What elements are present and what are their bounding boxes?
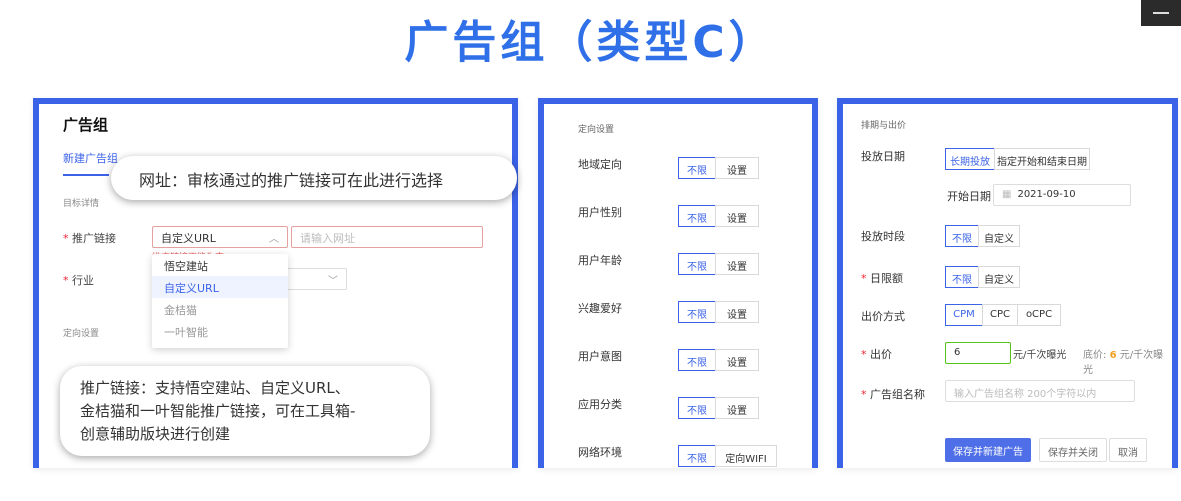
targeting-set-button[interactable]: 设置 — [715, 157, 759, 179]
date-range-button[interactable]: 指定开始和结束日期 — [994, 148, 1090, 170]
name-label: * 广告组名称 — [861, 388, 925, 401]
section-targeting: 定向设置 — [63, 329, 100, 339]
bid-cpm-button[interactable]: CPM — [945, 304, 983, 326]
menu-icon[interactable] — [1141, 0, 1181, 26]
cancel-button[interactable]: 取消 — [1109, 438, 1147, 462]
tooltip-url: 网址：审核通过的推广链接可在此进行选择 — [111, 156, 517, 200]
save-and-close-button[interactable]: 保存并关闭 — [1039, 438, 1107, 462]
targeting-row-label: 网络环境 — [578, 446, 622, 459]
tooltip-line: 创意辅助版块进行创建 — [80, 425, 231, 443]
url-input[interactable]: 请输入网址 — [291, 226, 483, 248]
targeting-unlimited-button[interactable]: 不限 — [678, 397, 716, 419]
date-label: 投放日期 — [861, 150, 905, 163]
panel-heading: 排期与出价 — [861, 121, 907, 131]
targeting-unlimited-button[interactable]: 不限 — [678, 301, 716, 323]
tooltip-line: 推广链接：支持悟空建站、自定义URL、 — [80, 379, 350, 397]
targeting-unlimited-button[interactable]: 不限 — [678, 445, 716, 467]
industry-label: * 行业 — [63, 274, 94, 287]
bid-label: * 出价 — [861, 348, 892, 361]
period-label: 投放时段 — [861, 230, 905, 243]
targeting-row-label: 用户年龄 — [578, 254, 622, 267]
targeting-unlimited-button[interactable]: 不限 — [678, 349, 716, 371]
budget-unlimited-button[interactable]: 不限 — [945, 266, 979, 288]
targeting-set-button[interactable]: 设置 — [715, 253, 759, 275]
panel-heading: 定向设置 — [578, 125, 615, 135]
period-custom-button[interactable]: 自定义 — [978, 225, 1020, 247]
targeting-row-label: 用户性别 — [578, 206, 622, 219]
budget-custom-button[interactable]: 自定义 — [978, 266, 1020, 288]
tab-underline — [63, 174, 109, 176]
targeting-row-label: 应用分类 — [578, 398, 622, 411]
link-select[interactable]: 自定义URL ︿ — [152, 226, 288, 248]
bid-input[interactable]: 6 — [945, 342, 1011, 364]
start-date-label: 开始日期 — [947, 190, 991, 203]
link-dropdown: 悟空建站 自定义URL 金桔猫 一叶智能 — [152, 254, 288, 348]
bid-unit: 元/千次曝光 — [1013, 350, 1067, 361]
start-date-input[interactable]: ▦ 2021-09-10 — [993, 184, 1131, 206]
targeting-row-label: 地域定向 — [578, 158, 622, 171]
tab-new-ad-group[interactable]: 新建广告组 — [63, 150, 118, 166]
floor-price: 底价: 6 元/千次曝光 — [1083, 350, 1164, 376]
tooltip-line: 金桔猫和一叶智能推广链接，可在工具箱- — [80, 402, 356, 420]
period-unlimited-button[interactable]: 不限 — [945, 225, 979, 247]
link-label: * 推广链接 — [63, 232, 116, 245]
tooltip-link: 推广链接：支持悟空建站、自定义URL、 金桔猫和一叶智能推广链接，可在工具箱- … — [60, 366, 430, 456]
bid-cpc-button[interactable]: CPC — [982, 304, 1018, 326]
date-long-term-button[interactable]: 长期投放 — [945, 148, 995, 170]
panel-heading: 广告组 — [63, 116, 109, 134]
chevron-up-icon: ︿ — [269, 234, 279, 245]
targeting-unlimited-button[interactable]: 不限 — [678, 157, 716, 179]
bid-ocpc-button[interactable]: oCPC — [1017, 304, 1061, 326]
bid-method-label: 出价方式 — [861, 310, 905, 323]
targeting-set-button[interactable]: 设置 — [715, 205, 759, 227]
section-target-details: 目标详情 — [63, 199, 100, 209]
page-title: 广告组（类型C） — [404, 17, 777, 68]
name-input[interactable]: 输入广告组名称 200个字符以内 — [945, 380, 1135, 402]
targeting-set-button[interactable]: 设置 — [715, 301, 759, 323]
targeting-set-button[interactable]: 设置 — [715, 397, 759, 419]
targeting-unlimited-button[interactable]: 不限 — [678, 205, 716, 227]
dropdown-item-selected[interactable]: 自定义URL — [152, 276, 288, 298]
calendar-icon: ▦ — [1002, 189, 1012, 200]
budget-label: * 日限额 — [861, 272, 903, 285]
dropdown-item[interactable]: 一叶智能 — [152, 320, 288, 342]
targeting-row-label: 兴趣爱好 — [578, 302, 622, 315]
targeting-set-button[interactable]: 设置 — [715, 349, 759, 371]
schedule-bid-panel: 排期与出价 投放日期 长期投放 指定开始和结束日期 开始日期 ▦ 2021-09-… — [837, 98, 1178, 468]
targeting-panel: 定向设置 地域定向 不限 设置 用户性别 不限 设置 用户年龄 不限 设置 兴趣爱好 不限 设置 用户意… — [538, 98, 818, 468]
dropdown-item[interactable]: 金桔猫 — [152, 298, 288, 320]
targeting-unlimited-button[interactable]: 不限 — [678, 253, 716, 275]
industry-select[interactable]: ﹀ — [285, 268, 347, 290]
targeting-row-label: 用户意图 — [578, 350, 622, 363]
targeting-set-button[interactable]: 定向WIFI — [715, 445, 777, 467]
ad-group-panel: 广告组 新建广告组 目标详情 * 推广链接 自定义URL ︿ 请输入网址 推广链… — [33, 98, 518, 468]
save-and-new-button[interactable]: 保存并新建广告 — [945, 438, 1031, 462]
dropdown-item[interactable]: 悟空建站 — [152, 254, 288, 276]
chevron-down-icon: ﹀ — [328, 276, 338, 287]
